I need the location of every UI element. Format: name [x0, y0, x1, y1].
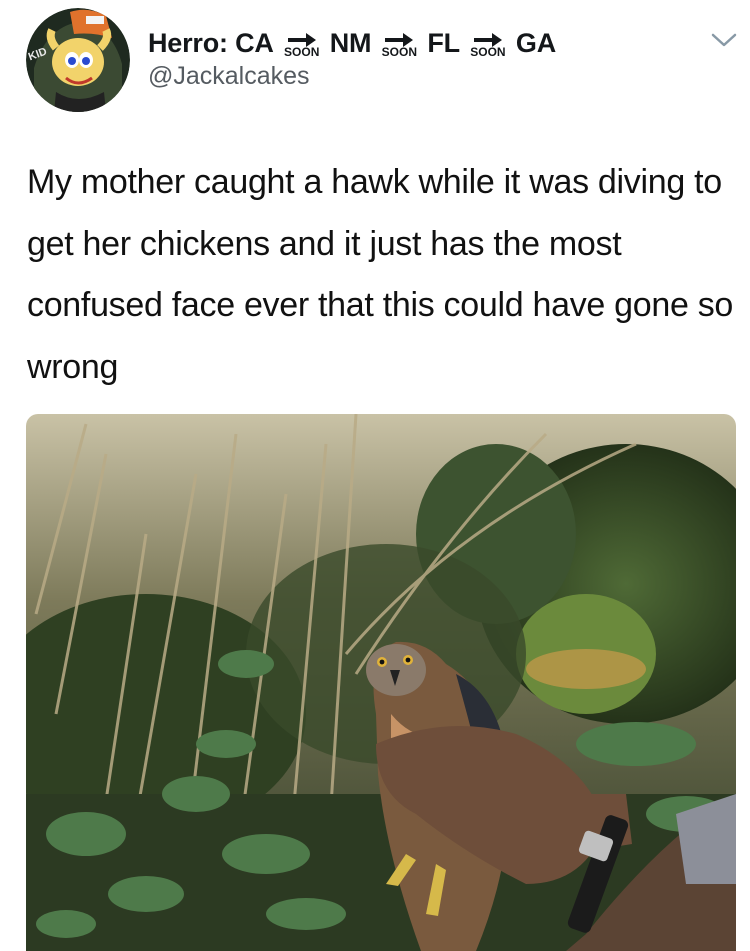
user-handle[interactable]: @Jackalcakes: [148, 62, 310, 91]
name-segment: FL: [427, 27, 460, 58]
avatar[interactable]: KID: [26, 8, 130, 112]
display-name[interactable]: Herro: CA SOON NM SOON FL SOON GA: [148, 24, 556, 62]
name-segment: NM: [329, 27, 372, 58]
name-segment: Herro: CA: [148, 27, 274, 58]
soon-label: SOON: [470, 44, 506, 59]
name-segment: GA: [515, 27, 557, 58]
tweet-photo[interactable]: [26, 414, 736, 951]
chevron-down-icon[interactable]: [710, 30, 738, 50]
route-arrow: SOON: [466, 32, 510, 59]
tweet-card: KID Herro: CA SOON NM SOON FL SOON GA @J…: [0, 0, 750, 951]
soon-label: SOON: [284, 44, 320, 59]
route-arrow: SOON: [377, 32, 421, 59]
soon-label: SOON: [381, 44, 417, 59]
tweet-text: My mother caught a hawk while it was div…: [27, 163, 734, 386]
route-arrow: SOON: [280, 32, 324, 59]
